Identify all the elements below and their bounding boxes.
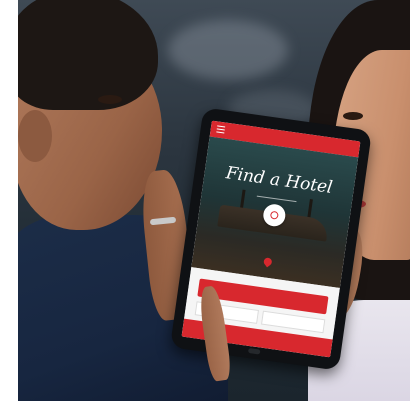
home-button: [247, 347, 261, 355]
woman-eye: [343, 112, 363, 120]
map-pin-icon: [262, 256, 274, 268]
man-ear: [18, 110, 52, 162]
background-light: [168, 20, 288, 80]
check-out-field: [261, 310, 326, 334]
menu-icon: [216, 125, 226, 134]
hero-divider: [256, 195, 297, 203]
tablet: Find a Hotel: [169, 107, 373, 371]
hero-title: Find a Hotel: [224, 163, 334, 198]
man-eye: [98, 95, 122, 104]
man-hair: [18, 0, 158, 110]
target-icon: [269, 210, 279, 220]
photo: Find a Hotel: [18, 0, 410, 401]
hero-banner: Find a Hotel: [191, 136, 359, 289]
